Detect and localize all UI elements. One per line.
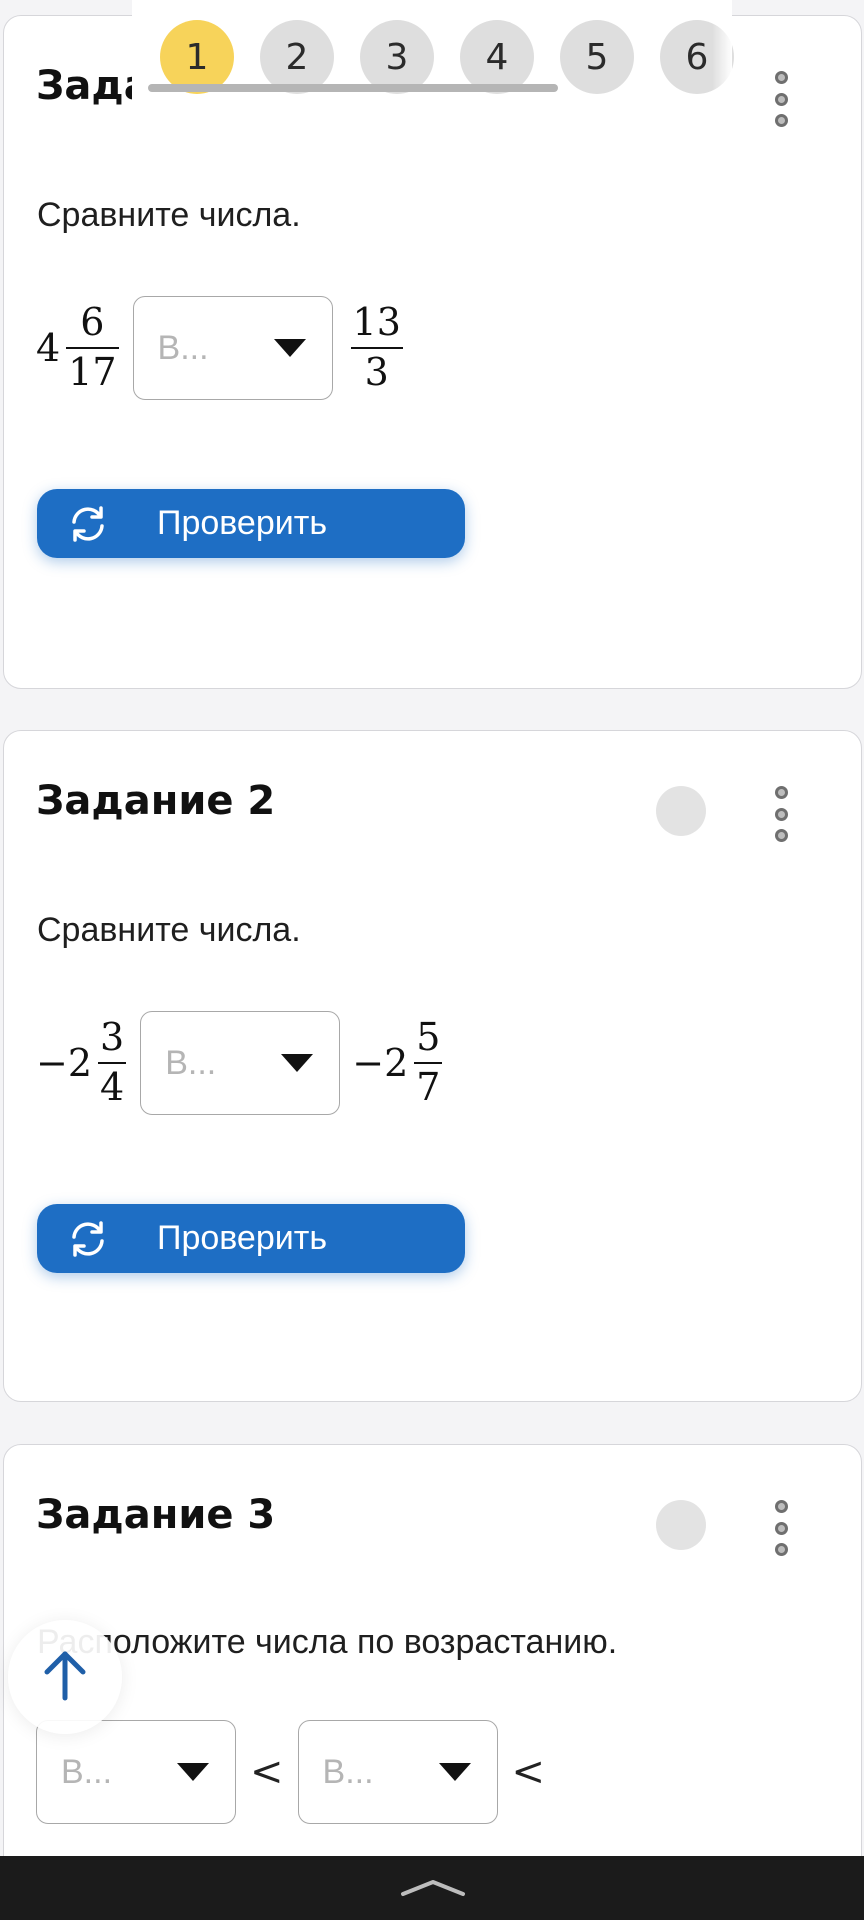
whole-part: 4 <box>36 326 61 370</box>
fraction: 5 7 <box>412 1016 444 1109</box>
left-number: 4 6 17 <box>36 301 121 394</box>
pager-item-4[interactable]: 4 <box>460 20 534 94</box>
scroll-top-button[interactable] <box>8 1620 122 1734</box>
ordering-row: В... < В... < <box>36 1720 545 1824</box>
right-number: 13 3 <box>345 301 405 394</box>
comparison-select[interactable]: В... <box>132 296 333 400</box>
more-options-icon[interactable] <box>766 1500 796 1556</box>
denominator: 17 <box>68 350 117 394</box>
task-card-2: Задание 2 Сравните числа. − 2 3 4 В... −… <box>3 730 862 1402</box>
denominator: 7 <box>416 1065 441 1109</box>
check-button-label: Проверить <box>157 504 328 542</box>
pager-fade <box>712 0 732 105</box>
task-title: Задание 3 <box>36 1492 276 1538</box>
check-button[interactable]: Проверить <box>37 1204 465 1273</box>
less-than-sign: < <box>250 1749 284 1795</box>
pager-scroll-track[interactable] <box>148 84 558 92</box>
left-number: − 2 3 4 <box>36 1016 128 1109</box>
task-prompt: Сравните числа. <box>37 196 301 234</box>
more-options-icon[interactable] <box>766 71 796 127</box>
select-placeholder: В... <box>322 1752 374 1791</box>
task-card-1: Задание 1 Сравните числа. 4 6 17 В... 13… <box>3 15 862 689</box>
comparison-expression: 4 6 17 В... 13 3 <box>36 288 405 408</box>
caret-down-icon <box>438 1763 471 1781</box>
fraction: 3 4 <box>96 1016 128 1109</box>
denominator: 4 <box>100 1065 125 1109</box>
pager-item-3[interactable]: 3 <box>360 20 434 94</box>
task-card-3: Задание 3 Расположите числа по возрастан… <box>3 1444 862 1920</box>
refresh-icon <box>72 1221 104 1257</box>
fraction: 6 17 <box>64 301 120 394</box>
right-number: − 2 5 7 <box>352 1016 444 1109</box>
order-select-2[interactable]: В... <box>297 1720 498 1824</box>
status-indicator <box>656 786 706 836</box>
pager-item-1[interactable]: 1 <box>160 20 234 94</box>
chevron-up-icon[interactable] <box>400 1878 466 1898</box>
task-title: Задание 2 <box>36 778 276 824</box>
check-button-label: Проверить <box>157 1219 328 1257</box>
sign: − <box>36 1041 68 1085</box>
numerator: 13 <box>352 300 401 345</box>
numerator: 5 <box>416 1015 441 1060</box>
denominator: 3 <box>364 350 389 394</box>
system-nav-bar <box>0 1856 864 1920</box>
whole-part: 2 <box>67 1041 93 1085</box>
pager-items: 1 2 3 4 5 6 <box>160 20 734 94</box>
task-prompt: Сравните числа. <box>37 911 301 949</box>
comparison-expression: − 2 3 4 В... − 2 5 7 <box>36 1003 444 1123</box>
whole-part: 2 <box>384 1041 409 1085</box>
caret-down-icon <box>273 339 306 357</box>
select-placeholder: В... <box>61 1752 113 1791</box>
more-options-icon[interactable] <box>766 786 796 842</box>
order-select-1[interactable]: В... <box>36 1720 236 1824</box>
status-indicator <box>656 1500 706 1550</box>
select-placeholder: В... <box>157 328 209 367</box>
comparison-select[interactable]: В... <box>140 1011 341 1115</box>
refresh-icon <box>72 506 104 542</box>
sign: − <box>352 1041 385 1085</box>
arrow-up-icon <box>44 1651 86 1701</box>
select-placeholder: В... <box>165 1043 217 1082</box>
pager-item-5[interactable]: 5 <box>560 20 634 94</box>
task-prompt: Расположите числа по возрастанию. <box>37 1623 618 1661</box>
numerator: 6 <box>80 300 105 345</box>
check-button[interactable]: Проверить <box>37 489 465 558</box>
numerator: 3 <box>100 1015 125 1060</box>
fraction: 13 3 <box>349 301 405 394</box>
caret-down-icon <box>177 1763 209 1781</box>
caret-down-icon <box>281 1054 314 1072</box>
task-pager: 1 2 3 4 5 6 <box>132 0 734 105</box>
pager-item-2[interactable]: 2 <box>260 20 334 94</box>
less-than-sign: < <box>511 1749 546 1795</box>
